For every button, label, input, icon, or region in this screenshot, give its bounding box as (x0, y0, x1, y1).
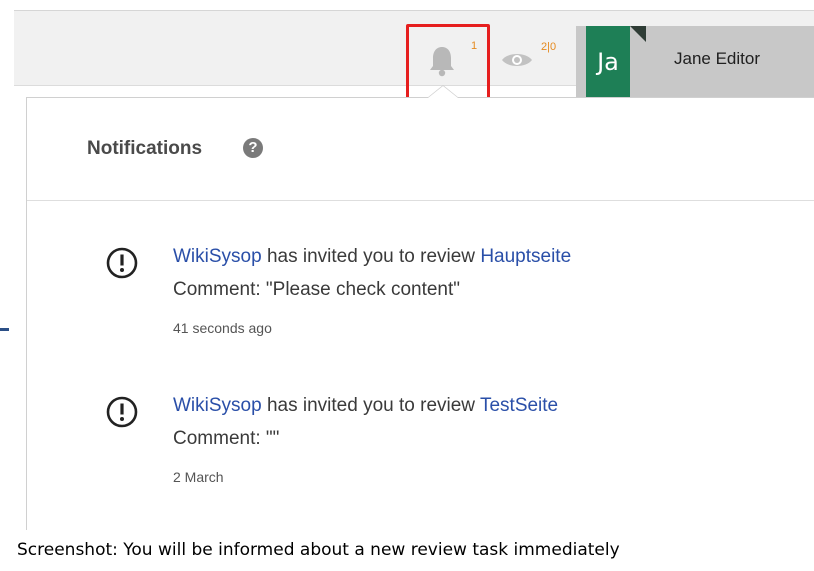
notification-comment: Comment: "Please check content" (173, 279, 461, 300)
page-top-margin (0, 0, 814, 10)
watchlist-count-badge: 2|0 (541, 41, 557, 53)
actor-link[interactable]: WikiSysop (173, 395, 262, 416)
user-avatar[interactable]: Ja (586, 26, 630, 98)
notification-timestamp: 41 seconds ago (173, 320, 272, 336)
notifications-dropdown: Notifications ? WikiSysop has invited yo… (26, 97, 814, 531)
background-marker (0, 328, 9, 331)
notification-timestamp: 2 March (173, 469, 224, 485)
actor-link[interactable]: WikiSysop (173, 246, 262, 267)
eye-icon[interactable] (500, 50, 534, 70)
alert-circle-icon (106, 247, 138, 279)
page-link[interactable]: Hauptseite (480, 246, 571, 267)
notifications-title: Notifications (87, 138, 203, 159)
help-icon[interactable]: ? (243, 138, 263, 158)
notifications-header: Notifications ? (27, 98, 814, 201)
avatar-corner-fold (630, 26, 646, 42)
page-link[interactable]: TestSeite (480, 395, 558, 416)
notification-item[interactable]: WikiSysop has invited you to review Haup… (27, 246, 814, 366)
screenshot-caption: Screenshot: You will be informed about a… (0, 530, 814, 571)
notification-action-text: has invited you to review (261, 395, 480, 416)
user-name-label[interactable]: Jane Editor (674, 49, 760, 69)
dropdown-caret (428, 86, 458, 98)
notification-action-text: has invited you to review (261, 246, 481, 267)
notification-message: WikiSysop has invited you to review Test… (173, 395, 558, 417)
notification-item[interactable]: WikiSysop has invited you to review Test… (27, 395, 814, 515)
alert-circle-icon (106, 396, 138, 428)
notification-message: WikiSysop has invited you to review Haup… (173, 246, 571, 268)
notification-comment: Comment: "" (173, 428, 280, 449)
